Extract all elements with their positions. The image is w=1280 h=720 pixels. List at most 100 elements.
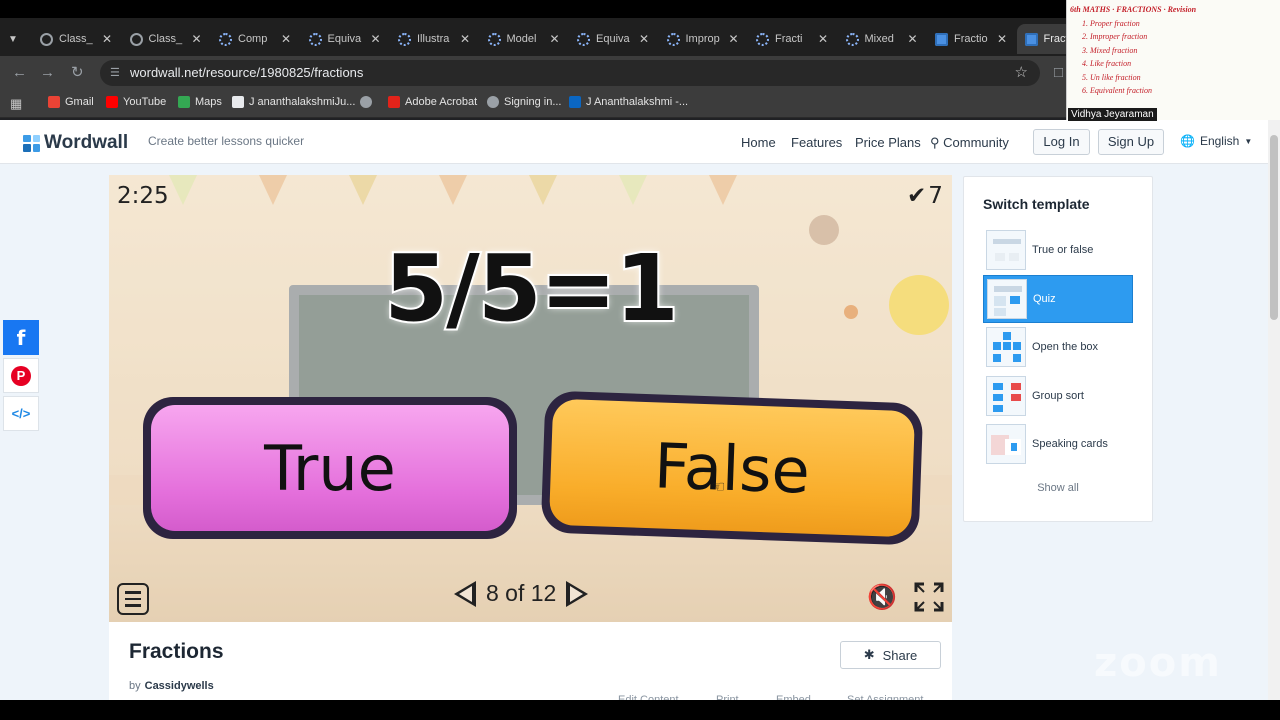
bookmark-item[interactable] bbox=[360, 96, 377, 108]
bookmark-item[interactable]: YouTube bbox=[106, 96, 166, 108]
browser-tab-7[interactable]: Equiva ✕ bbox=[569, 24, 657, 54]
browser-tab-6[interactable]: Model ✕ bbox=[480, 24, 568, 54]
embed-code-icon[interactable]: </> bbox=[3, 396, 39, 431]
menu-icon[interactable] bbox=[117, 583, 149, 615]
share-button[interactable]: ✱ Share bbox=[840, 641, 941, 669]
close-tab-icon[interactable]: ✕ bbox=[191, 32, 201, 46]
language-select[interactable]: 🌐 English ▼ bbox=[1180, 134, 1252, 148]
language-label: English bbox=[1199, 134, 1240, 148]
chevron-down-icon: ▼ bbox=[8, 33, 18, 45]
share-icon: ✱ bbox=[863, 647, 875, 662]
bookmark-favicon-icon bbox=[178, 96, 190, 108]
fullscreen-icon[interactable] bbox=[913, 581, 945, 613]
game-area: 2:25 ✔ 7 5/5=1 True False ☜ 8 of 12 🔇 bbox=[109, 175, 952, 622]
tab-label: Equiva bbox=[596, 33, 630, 45]
wordwall-logo[interactable]: Wordwall bbox=[23, 132, 128, 154]
back-icon[interactable]: ← bbox=[12, 64, 27, 82]
login-button[interactable]: Log In bbox=[1033, 129, 1090, 155]
loading-spinner-icon bbox=[219, 32, 232, 46]
browser-tab-3[interactable]: Comp ✕ bbox=[211, 24, 299, 54]
bookmark-label: Adobe Acrobat bbox=[405, 96, 478, 108]
extensions-icon[interactable]: □ bbox=[1054, 64, 1063, 82]
bookmark-item[interactable]: J Ananthalakshmi -... bbox=[569, 96, 688, 108]
address-bar[interactable]: ☰ wordwall.net/resource/1980825/fraction… bbox=[100, 60, 1040, 86]
template-speaking-cards[interactable]: Speaking cards bbox=[983, 420, 1133, 468]
close-tab-icon[interactable]: ✕ bbox=[639, 32, 649, 46]
nav-community[interactable]: ⚲ Community bbox=[930, 135, 1009, 151]
forward-icon[interactable]: → bbox=[40, 64, 55, 82]
globe-icon bbox=[129, 32, 143, 46]
resource-title: Fractions bbox=[129, 640, 224, 663]
facebook-icon[interactable]: f bbox=[3, 320, 39, 355]
close-tab-icon[interactable]: ✕ bbox=[370, 32, 380, 46]
answer-true-button[interactable]: True bbox=[143, 397, 517, 539]
pinterest-icon[interactable]: P bbox=[3, 358, 39, 393]
close-tab-icon[interactable]: ✕ bbox=[728, 32, 738, 46]
score: ✔ 7 bbox=[907, 183, 943, 209]
question-pager: 8 of 12 bbox=[454, 580, 589, 607]
close-tab-icon[interactable]: ✕ bbox=[102, 32, 112, 46]
mute-icon[interactable]: 🔇 bbox=[867, 583, 897, 612]
tab-label: Fractio bbox=[954, 33, 988, 45]
bookmark-favicon-icon bbox=[360, 96, 372, 108]
close-tab-icon[interactable]: ✕ bbox=[818, 32, 828, 46]
signup-button[interactable]: Sign Up bbox=[1098, 129, 1164, 155]
browser-tab-9[interactable]: Fracti ✕ bbox=[748, 24, 836, 54]
bookmark-favicon-icon bbox=[487, 96, 499, 108]
whiteboard-note: 5. Un like fraction bbox=[1082, 72, 1141, 82]
apps-icon[interactable]: ▦ bbox=[10, 96, 22, 112]
nav-price-plans[interactable]: Price Plans bbox=[855, 135, 921, 150]
close-tab-icon[interactable]: ✕ bbox=[907, 32, 917, 46]
tab-search-button[interactable]: ▼ bbox=[0, 24, 32, 54]
template-thumbnail-icon bbox=[986, 424, 1026, 464]
whiteboard-note: 6th MATHS · FRACTIONS · Revision bbox=[1070, 5, 1197, 14]
switch-template-title: Switch template bbox=[983, 196, 1090, 212]
close-tab-icon[interactable]: ✕ bbox=[460, 32, 470, 46]
previous-question-icon[interactable] bbox=[454, 580, 476, 607]
loading-spinner-icon bbox=[756, 32, 769, 46]
template-label: Open the box bbox=[1032, 341, 1099, 353]
bookmark-item[interactable]: J ananthalakshmiJu... bbox=[232, 96, 355, 108]
site-info-icon[interactable]: ☰ bbox=[110, 60, 120, 86]
reload-icon[interactable]: ↻ bbox=[71, 64, 84, 82]
browser-tab-8[interactable]: Improp ✕ bbox=[659, 24, 747, 54]
resource-byline: by Cassidywells bbox=[129, 680, 214, 692]
author-link[interactable]: Cassidywells bbox=[145, 680, 214, 692]
bookmark-item[interactable]: Maps bbox=[178, 96, 222, 108]
show-all-link[interactable]: Show all bbox=[963, 482, 1153, 494]
bookmark-item[interactable]: Adobe Acrobat bbox=[388, 96, 477, 108]
browser-tab-4[interactable]: Equiva ✕ bbox=[301, 24, 389, 54]
browser-tab-1[interactable]: Class_ ✕ bbox=[32, 24, 120, 54]
bookmark-label: J Ananthalakshmi -... bbox=[586, 96, 689, 108]
browser-tab-10[interactable]: Mixed ✕ bbox=[838, 24, 926, 54]
next-question-icon[interactable] bbox=[566, 580, 589, 607]
bookmark-item[interactable]: Signing in... bbox=[487, 96, 561, 108]
close-tab-icon[interactable]: ✕ bbox=[997, 32, 1007, 46]
whiteboard-note: 4. Like fraction bbox=[1082, 59, 1132, 68]
bookmark-item[interactable]: Gmail bbox=[48, 96, 94, 108]
close-tab-icon[interactable]: ✕ bbox=[281, 32, 291, 46]
browser-tab-5[interactable]: Illustra ✕ bbox=[390, 24, 478, 54]
participant-name: Vidhya Jeyaraman bbox=[1068, 108, 1157, 121]
caret-down-icon: ▼ bbox=[1244, 136, 1253, 146]
template-quiz[interactable]: Quiz bbox=[983, 274, 1133, 323]
scrollbar-thumb[interactable] bbox=[1270, 135, 1278, 320]
template-true-or-false[interactable]: True or false bbox=[983, 226, 1133, 274]
browser-tab-2[interactable]: Class_ ✕ bbox=[122, 24, 210, 54]
nav-features[interactable]: Features bbox=[791, 135, 842, 150]
template-open-the-box[interactable]: Open the box bbox=[983, 323, 1133, 371]
bookmark-favicon-icon bbox=[232, 96, 244, 108]
zoom-watermark: zoom bbox=[1094, 640, 1222, 686]
loading-spinner-icon bbox=[487, 32, 501, 46]
whiteboard-note: 1. Proper fraction bbox=[1082, 18, 1140, 28]
nav-home[interactable]: Home bbox=[741, 135, 776, 150]
whiteboard-note: 3. Mixed fraction bbox=[1082, 45, 1138, 55]
loading-spinner-icon bbox=[845, 32, 859, 46]
answer-false-button[interactable]: False bbox=[540, 390, 924, 546]
bookmark-star-icon[interactable]: ☆ bbox=[1015, 60, 1028, 86]
browser-tab-11[interactable]: Fractio ✕ bbox=[927, 24, 1015, 54]
tab-label: Class_ bbox=[148, 33, 183, 45]
bookmark-favicon-icon bbox=[569, 96, 581, 108]
template-group-sort[interactable]: Group sort bbox=[983, 372, 1133, 420]
close-tab-icon[interactable]: ✕ bbox=[549, 32, 559, 46]
